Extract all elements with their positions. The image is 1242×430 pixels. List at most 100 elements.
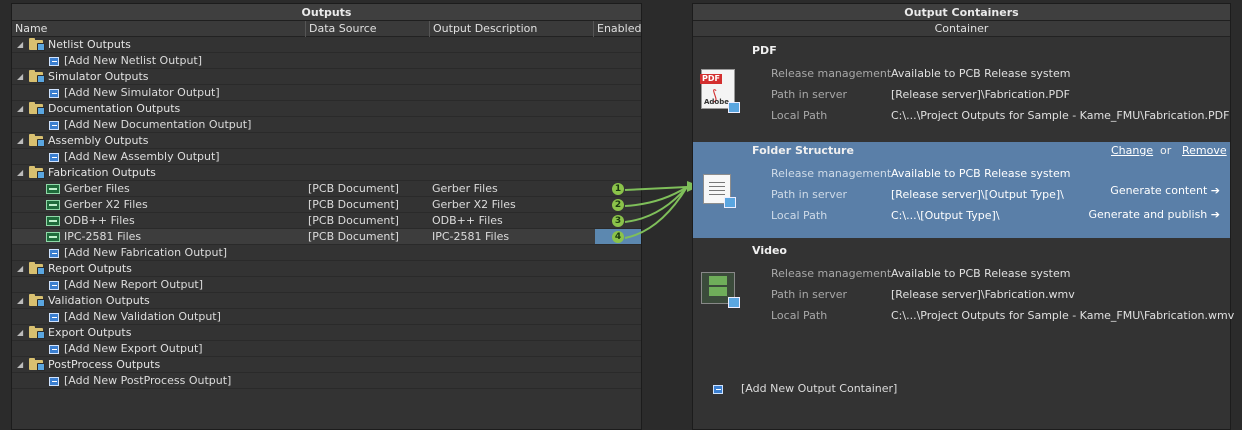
container-number-badge: 4 bbox=[612, 231, 624, 243]
enabled-checkbox[interactable]: 4 bbox=[595, 229, 641, 244]
expand-arrow-icon[interactable]: ◢ bbox=[17, 37, 23, 53]
add-arrow-icon bbox=[49, 249, 59, 258]
output-row-odb[interactable]: ODB++ Files [PCB Document] ODB++ Files 3 bbox=[12, 213, 641, 229]
expand-arrow-icon[interactable]: ◢ bbox=[17, 357, 23, 373]
outputs-tree: ◢ Netlist Outputs [Add New Netlist Outpu… bbox=[12, 37, 641, 389]
add-output-link[interactable]: [Add New Report Output] bbox=[64, 277, 203, 293]
folder-structure-icon bbox=[703, 174, 736, 208]
add-output-row[interactable]: [Add New PostProcess Output] bbox=[12, 373, 641, 389]
add-output-link[interactable]: [Add New Simulator Output] bbox=[64, 85, 220, 101]
group-label: Report Outputs bbox=[48, 262, 132, 275]
expand-arrow-icon[interactable]: ◢ bbox=[17, 69, 23, 85]
add-output-row[interactable]: [Add New Netlist Output] bbox=[12, 53, 641, 69]
expand-arrow-icon[interactable]: ◢ bbox=[17, 325, 23, 341]
generate-content-button[interactable]: Generate content ➔ bbox=[1110, 184, 1220, 197]
output-description: Gerber X2 Files bbox=[432, 198, 516, 211]
local-path-label: Local Path bbox=[771, 309, 828, 322]
output-data-source: [PCB Document] bbox=[308, 198, 399, 211]
group-row-netlist[interactable]: ◢ Netlist Outputs bbox=[12, 37, 641, 53]
release-management-label: Release management bbox=[771, 167, 892, 180]
container-number-badge: 2 bbox=[612, 199, 624, 211]
output-name: Gerber Files bbox=[64, 182, 130, 195]
container-folder-structure[interactable]: Folder Structure Change or Remove Releas… bbox=[693, 142, 1230, 238]
add-output-row[interactable]: [Add New Export Output] bbox=[12, 341, 641, 357]
group-row-validation[interactable]: ◢ Validation Outputs bbox=[12, 293, 641, 309]
output-description: IPC-2581 Files bbox=[432, 230, 510, 243]
group-row-export[interactable]: ◢ Export Outputs bbox=[12, 325, 641, 341]
add-output-row[interactable]: [Add New Assembly Output] bbox=[12, 149, 641, 165]
add-arrow-icon bbox=[49, 281, 59, 290]
group-row-postprocess[interactable]: ◢ PostProcess Outputs bbox=[12, 357, 641, 373]
document-lines bbox=[709, 182, 725, 183]
pcb-document-icon bbox=[46, 200, 60, 210]
expand-arrow-icon[interactable]: ◢ bbox=[17, 261, 23, 277]
video-frame bbox=[709, 276, 727, 285]
release-management-label: Release management bbox=[771, 67, 892, 80]
add-output-row[interactable]: [Add New Simulator Output] bbox=[12, 85, 641, 101]
add-output-container-row[interactable]: [Add New Output Container] bbox=[713, 381, 897, 397]
output-data-source: [PCB Document] bbox=[308, 182, 399, 195]
path-in-server-label: Path in server bbox=[771, 288, 848, 301]
output-data-source: [PCB Document] bbox=[308, 214, 399, 227]
pcb-document-icon bbox=[46, 232, 60, 242]
video-frame bbox=[709, 287, 727, 296]
expand-arrow-icon[interactable]: ◢ bbox=[17, 293, 23, 309]
local-path-label: Local Path bbox=[771, 209, 828, 222]
expand-arrow-icon[interactable]: ◢ bbox=[17, 133, 23, 149]
expand-arrow-icon[interactable]: ◢ bbox=[17, 101, 23, 117]
group-label: Documentation Outputs bbox=[48, 102, 181, 115]
add-output-link[interactable]: [Add New Netlist Output] bbox=[64, 53, 202, 69]
enabled-checkbox[interactable]: 3 bbox=[595, 213, 641, 228]
group-row-fabrication[interactable]: ◢ Fabrication Outputs bbox=[12, 165, 641, 181]
add-output-link[interactable]: [Add New PostProcess Output] bbox=[64, 373, 231, 389]
group-row-documentation[interactable]: ◢ Documentation Outputs bbox=[12, 101, 641, 117]
local-path-label: Local Path bbox=[771, 109, 828, 122]
add-output-link[interactable]: [Add New Export Output] bbox=[64, 341, 203, 357]
add-output-row[interactable]: [Add New Fabrication Output] bbox=[12, 245, 641, 261]
container-column-header[interactable]: Container bbox=[693, 21, 1230, 37]
adobe-label: Adobe bbox=[704, 98, 729, 106]
release-management-label: Release management bbox=[771, 267, 892, 280]
output-row-ipc2581[interactable]: IPC-2581 Files [PCB Document] IPC-2581 F… bbox=[12, 229, 641, 245]
folder-icon bbox=[29, 70, 45, 83]
container-number-badge: 1 bbox=[612, 183, 624, 195]
column-name[interactable]: Name bbox=[12, 21, 305, 37]
outputs-panel-title: Outputs bbox=[12, 4, 641, 21]
pdf-tag: PDF bbox=[700, 74, 722, 84]
expand-arrow-icon[interactable]: ◢ bbox=[17, 165, 23, 181]
output-row-gerber-x2[interactable]: Gerber X2 Files [PCB Document] Gerber X2… bbox=[12, 197, 641, 213]
check-badge-icon bbox=[728, 102, 740, 113]
pcb-document-icon bbox=[46, 216, 60, 226]
add-output-row[interactable]: [Add New Report Output] bbox=[12, 277, 641, 293]
column-enabled[interactable]: Enabled bbox=[593, 21, 643, 37]
add-output-link[interactable]: [Add New Documentation Output] bbox=[64, 117, 251, 133]
group-row-simulator[interactable]: ◢ Simulator Outputs bbox=[12, 69, 641, 85]
output-row-gerber[interactable]: Gerber Files [PCB Document] Gerber Files… bbox=[12, 181, 641, 197]
remove-link[interactable]: Remove bbox=[1182, 144, 1227, 157]
add-output-link[interactable]: [Add New Assembly Output] bbox=[64, 149, 220, 165]
enabled-checkbox[interactable]: 1 bbox=[595, 181, 641, 196]
add-output-container-link[interactable]: [Add New Output Container] bbox=[741, 382, 897, 395]
path-in-server-value: [Release server]\Fabrication.PDF bbox=[891, 88, 1070, 101]
path-in-server-label: Path in server bbox=[771, 88, 848, 101]
add-output-link[interactable]: [Add New Fabrication Output] bbox=[64, 245, 227, 261]
container-pdf[interactable]: PDF PDF ⟆ Adobe Release management Avail… bbox=[693, 42, 1230, 138]
add-arrow-icon bbox=[49, 121, 59, 130]
add-output-row[interactable]: [Add New Validation Output] bbox=[12, 309, 641, 325]
folder-icon bbox=[29, 326, 45, 339]
add-output-row[interactable]: [Add New Documentation Output] bbox=[12, 117, 641, 133]
container-video[interactable]: Video Release management Available to PC… bbox=[693, 242, 1234, 338]
generate-and-publish-button[interactable]: Generate and publish ➔ bbox=[1088, 208, 1220, 221]
change-link[interactable]: Change bbox=[1111, 144, 1153, 157]
column-data-source[interactable]: Data Source bbox=[305, 21, 429, 37]
column-output-description[interactable]: Output Description bbox=[429, 21, 593, 37]
folder-icon bbox=[29, 262, 45, 275]
group-label: Export Outputs bbox=[48, 326, 132, 339]
group-row-assembly[interactable]: ◢ Assembly Outputs bbox=[12, 133, 641, 149]
enabled-checkbox[interactable]: 2 bbox=[595, 197, 641, 212]
container-title: Video bbox=[752, 244, 787, 257]
group-label: Fabrication Outputs bbox=[48, 166, 156, 179]
group-row-report[interactable]: ◢ Report Outputs bbox=[12, 261, 641, 277]
group-label: PostProcess Outputs bbox=[48, 358, 161, 371]
add-output-link[interactable]: [Add New Validation Output] bbox=[64, 309, 221, 325]
